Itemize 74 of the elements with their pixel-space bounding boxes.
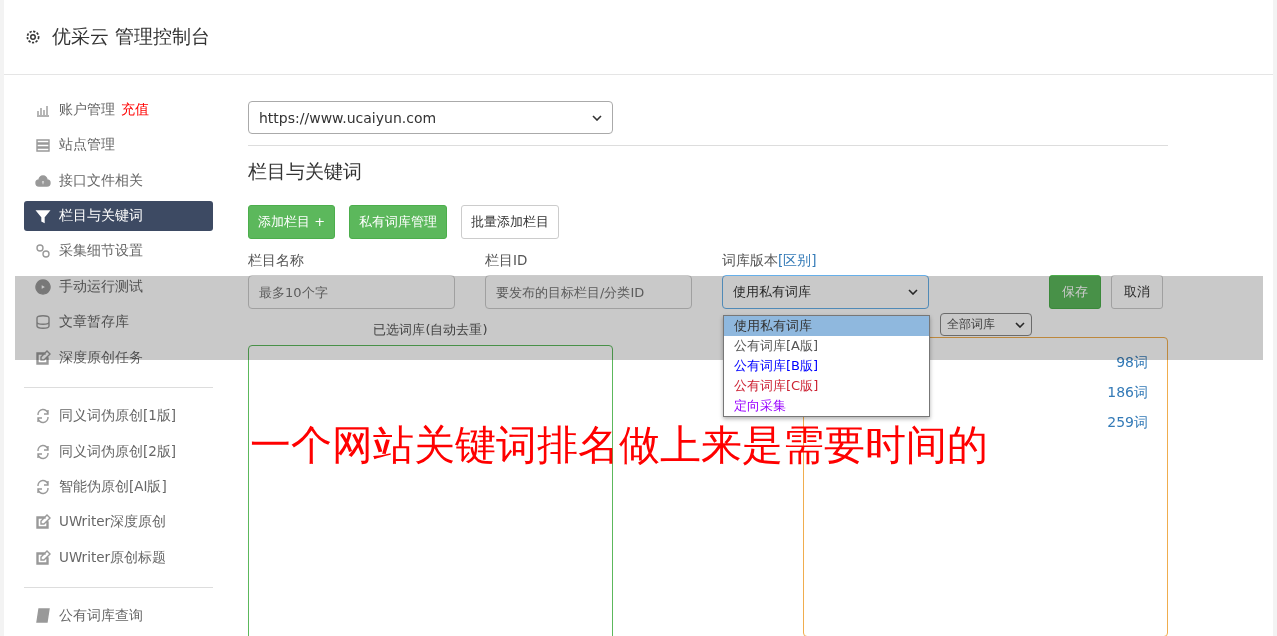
recharge-link[interactable]: 充值 (121, 100, 149, 119)
word-count: 98词 (1116, 354, 1148, 372)
action-button[interactable]: 批量添加栏目 (461, 205, 560, 239)
sidebar-label: UWriter原创标题 (59, 548, 167, 567)
sidebar-item[interactable]: 采集细节设置 (24, 236, 213, 267)
cloud-icon (35, 172, 51, 189)
sidebar-item[interactable]: 深度原创任务 (24, 342, 213, 373)
server-icon (35, 137, 51, 154)
cancel-button[interactable]: 取消 (1111, 275, 1163, 309)
chevron-icon (908, 289, 918, 295)
dropdown-option[interactable]: 定向采集 (724, 396, 929, 416)
refresh-icon (35, 408, 51, 425)
sidebar-item[interactable]: 站点管理 (24, 130, 213, 160)
name-input[interactable]: 最多10个字 (248, 275, 455, 309)
refresh-icon (35, 443, 51, 460)
library-filter-select[interactable]: 全部词库 (940, 313, 1032, 336)
dropdown-option[interactable]: 公有词库[B版] (724, 356, 929, 376)
sidebar-label: 站点管理 (59, 136, 115, 155)
sidebar-label: UWriter深度原创 (59, 513, 167, 532)
sidebar-item[interactable]: 同义词伪原创[1版] (24, 401, 213, 431)
select-value: 使用私有词库 (733, 283, 811, 301)
chevron-icon (592, 114, 602, 121)
chevron-icon (1015, 321, 1025, 328)
site-select[interactable]: https://www.ucaiyun.com (248, 101, 613, 134)
sidebar-label: 账户管理 (59, 100, 115, 119)
edit-icon (35, 349, 51, 366)
filter-icon (35, 207, 51, 224)
sidebar-label: 深度原创任务 (59, 348, 143, 367)
sidebar-item[interactable]: 栏目与关键词 (24, 201, 213, 231)
sidebar-label: 公有词库查询 (59, 607, 143, 626)
field-label: 栏目ID (485, 252, 529, 270)
console-title: 优采云 管理控制台 (52, 24, 211, 49)
edit-icon (35, 514, 51, 531)
option-label: 使用私有词库 (734, 318, 812, 333)
sidebar-item[interactable]: 账户管理 充值 (24, 95, 213, 125)
sidebar-item[interactable]: 同义词伪原创[2版] (24, 436, 213, 467)
id-input[interactable]: 要发布的目标栏目/分类ID (485, 275, 692, 309)
dropdown-option[interactable]: 公有词库[A版] (724, 336, 929, 356)
section-title: 栏目与关键词 (248, 159, 363, 184)
sidebar-label: 同义词伪原创[1版] (59, 407, 177, 426)
refresh-icon (35, 478, 51, 495)
sidebar-item[interactable]: 智能伪原创[AI版] (24, 472, 213, 502)
sidebar-item[interactable]: 接口文件相关 (24, 165, 213, 196)
sidebar-item[interactable]: 公有词库查询 (24, 601, 213, 631)
panel-title: 已选词库(自动去重) (372, 321, 489, 339)
word-count: 186词 (1107, 384, 1148, 402)
sidebar-label: 采集细节设置 (59, 242, 143, 261)
select-value: 全部词库 (947, 316, 995, 333)
sidebar-label: 同义词伪原创[2版] (59, 442, 177, 461)
database-icon (35, 314, 51, 331)
edit-icon (35, 549, 51, 566)
sidebar-label: 栏目与关键词 (59, 206, 143, 225)
sidebar-item[interactable]: UWriter原创标题 (24, 543, 213, 573)
option-label: 定向采集 (734, 398, 786, 413)
word-count: 259词 (1107, 414, 1148, 432)
sidebar-item[interactable]: UWriter深度原创 (24, 507, 213, 538)
dropdown-option[interactable]: 使用私有词库 (724, 316, 929, 336)
field-label: 栏目名称 (248, 252, 305, 270)
sidebar-label: 接口文件相关 (59, 171, 143, 190)
select-value: https://www.ucaiyun.com (259, 109, 437, 126)
settings-icon (24, 28, 42, 46)
sidebar-label: 手动运行测试 (59, 277, 143, 296)
difference-link[interactable]: [区别] (778, 252, 817, 270)
option-label: 公有词库[C版] (734, 378, 819, 393)
dropdown-option[interactable]: 公有词库[C版] (724, 376, 929, 396)
option-label: 公有词库[A版] (734, 338, 819, 353)
sidebar-label: 智能伪原创[AI版] (59, 477, 167, 496)
version-select[interactable]: 使用私有词库 (722, 275, 929, 309)
sidebar-item[interactable]: 手动运行测试 (24, 272, 213, 302)
option-label: 公有词库[B版] (734, 358, 819, 373)
sidebar-label: 文章暂存库 (59, 313, 129, 332)
field-label: 词库版本 (722, 252, 778, 270)
sidebar-item[interactable]: 文章暂存库 (24, 307, 213, 337)
play-icon (35, 278, 51, 295)
